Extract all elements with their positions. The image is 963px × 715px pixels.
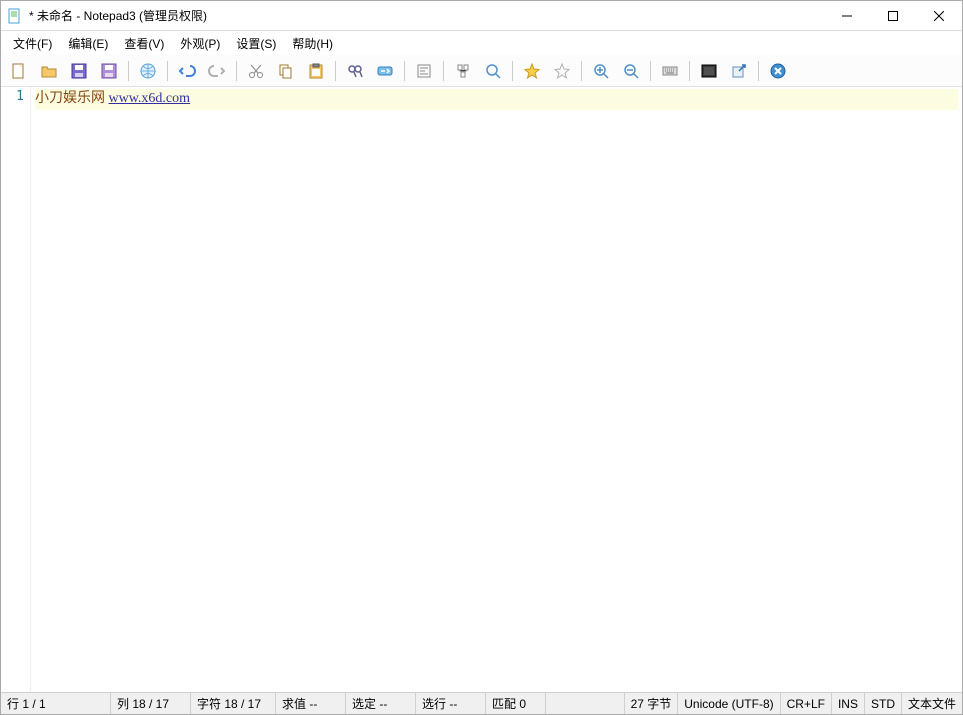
status-value[interactable]: 求值 -- <box>276 693 346 714</box>
line-gutter: 1 <box>1 87 31 692</box>
zoom-button[interactable] <box>479 58 507 84</box>
menu-appearance[interactable]: 外观(P) <box>172 32 228 55</box>
status-encoding[interactable]: Unicode (UTF-8) <box>678 693 780 714</box>
status-spacer <box>546 693 625 714</box>
word-wrap-button[interactable] <box>410 58 438 84</box>
menu-view[interactable]: 查看(V) <box>116 32 172 55</box>
status-col[interactable]: 列 18 / 17 <box>111 693 191 714</box>
status-sel-lines[interactable]: 选行 -- <box>416 693 486 714</box>
save-button[interactable] <box>65 58 93 84</box>
text-area[interactable]: 小刀娱乐网 www.x6d.com <box>31 87 962 692</box>
editor-area: 1 小刀娱乐网 www.x6d.com <box>1 87 962 692</box>
paste-button[interactable] <box>302 58 330 84</box>
replace-button[interactable] <box>371 58 399 84</box>
menu-settings[interactable]: 设置(S) <box>228 32 284 55</box>
toolbar-separator <box>689 61 690 81</box>
toolbar <box>1 55 962 87</box>
text-content-url: www.x6d.com <box>109 91 191 106</box>
toolbar-separator <box>335 61 336 81</box>
titlebar: * 未命名 - Notepad3 (管理员权限) <box>1 1 962 31</box>
toolbar-separator <box>581 61 582 81</box>
text-line[interactable]: 小刀娱乐网 www.x6d.com <box>35 89 958 110</box>
exit-button[interactable] <box>764 58 792 84</box>
app-icon <box>7 8 23 24</box>
menu-file[interactable]: 文件(F) <box>5 32 60 55</box>
text-content-cn: 小刀娱乐网 <box>35 91 105 106</box>
status-line[interactable]: 行 1 / 1 <box>1 693 111 714</box>
status-match[interactable]: 匹配 0 <box>486 693 546 714</box>
maximize-button[interactable] <box>870 1 916 31</box>
toolbar-separator <box>404 61 405 81</box>
cut-button[interactable] <box>242 58 270 84</box>
launch-button[interactable] <box>725 58 753 84</box>
favorite-add-button[interactable] <box>548 58 576 84</box>
scheme-button[interactable] <box>449 58 477 84</box>
toolbar-separator <box>512 61 513 81</box>
statusbar: 行 1 / 1 列 18 / 17 字符 18 / 17 求值 -- 选定 --… <box>1 692 962 714</box>
undo-button[interactable] <box>173 58 201 84</box>
zoom-out-button[interactable] <box>617 58 645 84</box>
window-title: * 未命名 - Notepad3 (管理员权限) <box>29 7 824 24</box>
find-button[interactable] <box>341 58 369 84</box>
copy-button[interactable] <box>272 58 300 84</box>
keyboard-button[interactable] <box>656 58 684 84</box>
status-eol[interactable]: CR+LF <box>781 693 832 714</box>
menu-edit[interactable]: 编辑(E) <box>60 32 116 55</box>
status-std[interactable]: STD <box>865 693 902 714</box>
menubar: 文件(F) 编辑(E) 查看(V) 外观(P) 设置(S) 帮助(H) <box>1 31 962 55</box>
menu-help[interactable]: 帮助(H) <box>284 32 341 55</box>
toolbar-separator <box>167 61 168 81</box>
zoom-in-button[interactable] <box>587 58 615 84</box>
line-number: 1 <box>1 89 24 104</box>
close-button[interactable] <box>916 1 962 31</box>
toolbar-separator <box>650 61 651 81</box>
save-as-button[interactable] <box>95 58 123 84</box>
minimize-button[interactable] <box>824 1 870 31</box>
toolbar-separator <box>236 61 237 81</box>
status-filetype[interactable]: 文本文件 <box>902 693 962 714</box>
status-char[interactable]: 字符 18 / 17 <box>191 693 276 714</box>
execute-button[interactable] <box>695 58 723 84</box>
redo-button[interactable] <box>203 58 231 84</box>
browser-button[interactable] <box>134 58 162 84</box>
toolbar-separator <box>443 61 444 81</box>
window-controls <box>824 1 962 31</box>
status-selection[interactable]: 选定 -- <box>346 693 416 714</box>
status-bytes[interactable]: 27 字节 <box>625 693 679 714</box>
new-file-button[interactable] <box>5 58 33 84</box>
status-ins[interactable]: INS <box>832 693 865 714</box>
toolbar-separator <box>758 61 759 81</box>
toolbar-separator <box>128 61 129 81</box>
favorite-button[interactable] <box>518 58 546 84</box>
open-file-button[interactable] <box>35 58 63 84</box>
